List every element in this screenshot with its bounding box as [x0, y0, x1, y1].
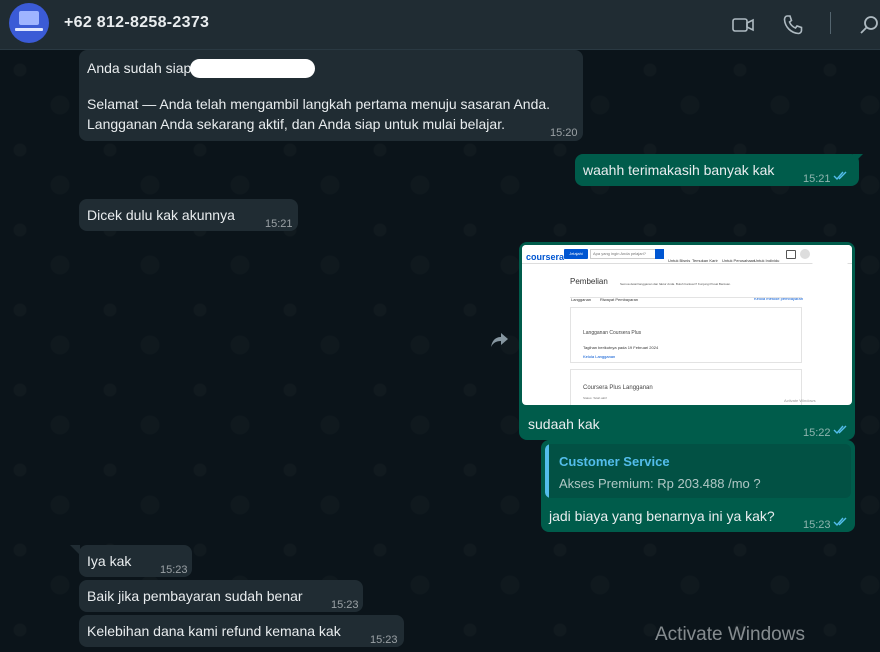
plus-card: Coursera Plus Langganan Status: Telah ak… — [570, 369, 802, 405]
voice-call-icon[interactable] — [781, 13, 805, 37]
incoming-message[interactable]: Kelebihan dana kami refund kemana kak 15… — [79, 615, 404, 647]
outgoing-message[interactable]: waahh terimakasih banyak kak 15:21 — [575, 154, 859, 186]
nav-item: Untuk Individu — [754, 258, 780, 263]
redaction-mark — [810, 245, 850, 267]
search-icon[interactable] — [857, 13, 880, 37]
message-time: 15:21 — [265, 218, 293, 230]
card-link: Kelola Langganan — [583, 354, 616, 359]
avatar-text — [15, 28, 43, 31]
message-text: Langganan Anda sekarang aktif, dan Anda … — [87, 116, 505, 132]
nav-item: Temukan Karir — [692, 258, 718, 263]
message-time: 15:20 — [550, 127, 578, 139]
message-text: Iya kak — [87, 553, 132, 569]
page-title: Pembelian — [570, 277, 608, 286]
incoming-message[interactable]: Baik jika pembayaran sudah benar 15:23 — [79, 580, 363, 612]
incoming-message[interactable]: Dicek dulu kak akunnya 15:21 — [79, 199, 298, 231]
read-ticks-icon — [833, 171, 847, 181]
message-time: 15:21 — [803, 173, 831, 185]
read-ticks-icon — [833, 425, 847, 435]
activate-windows-text: Activate Windows — [784, 398, 816, 403]
message-time: 15:23 — [803, 519, 831, 531]
read-ticks-icon — [833, 517, 847, 527]
cart-icon — [786, 250, 796, 259]
quoted-message[interactable]: Customer Service Akses Premium: Rp 203.4… — [545, 444, 851, 498]
coursera-logo: coursera — [526, 252, 565, 262]
message-text: Selamat — Anda telah mengambil langkah p… — [87, 96, 551, 112]
header-divider — [830, 12, 831, 34]
message-text: waahh terimakasih banyak kak — [583, 162, 775, 178]
redaction-mark — [190, 59, 315, 78]
search-button — [655, 249, 664, 259]
nav-item: Untuk Perusahaan — [722, 258, 756, 263]
avatar[interactable] — [9, 3, 49, 43]
image-caption: sudaah kak — [528, 416, 600, 432]
incoming-message[interactable]: Anda sudah siap Selamat — Anda telah men… — [79, 50, 583, 141]
profile-icon — [800, 249, 810, 259]
message-text: Anda sudah siap — [87, 60, 192, 76]
explore-button: Jelajahi — [564, 249, 588, 259]
message-time: 15:23 — [370, 634, 398, 646]
activate-windows-watermark: Activate Windows — [655, 624, 805, 645]
avatar-logo — [19, 11, 39, 25]
message-text: Dicek dulu kak akunnya — [87, 207, 235, 223]
manage-payment-link: Kelola metode pembayaran — [754, 296, 803, 301]
subscription-card: Langganan Coursera Plus Tagihan berikutn… — [570, 307, 802, 363]
video-call-icon[interactable] — [731, 13, 755, 37]
message-text: jadi biaya yang benarnya ini ya kak? — [549, 508, 775, 524]
search-input: Apa yang ingin Anda pelajari? — [590, 249, 656, 259]
tab-divider — [570, 297, 802, 298]
quote-author: Customer Service — [559, 454, 670, 469]
shared-screenshot[interactable]: coursera Jelajahi Apa yang ingin Anda pe… — [522, 245, 852, 405]
message-text: Baik jika pembayaran sudah benar — [87, 588, 303, 604]
outgoing-image-message[interactable]: coursera Jelajahi Apa yang ingin Anda pe… — [519, 242, 855, 440]
message-time: 15:23 — [160, 564, 188, 576]
message-time: 15:23 — [331, 599, 359, 611]
contact-name[interactable]: +62 812-8258-2373 — [64, 14, 209, 32]
outgoing-reply-message[interactable]: Customer Service Akses Premium: Rp 203.4… — [541, 440, 855, 532]
forward-icon[interactable] — [489, 330, 511, 350]
message-text: Kelebihan dana kami refund kemana kak — [87, 623, 341, 639]
quote-text: Akses Premium: Rp 203.488 /mo ? — [559, 476, 761, 491]
card-text: Status: Telah aktif — [583, 396, 607, 400]
incoming-message[interactable]: Iya kak 15:23 — [79, 545, 192, 577]
quote-bar — [545, 444, 549, 498]
nav-item: Untuk Bisnis — [668, 258, 691, 263]
chat-header: +62 812-8258-2373 — [0, 0, 880, 50]
